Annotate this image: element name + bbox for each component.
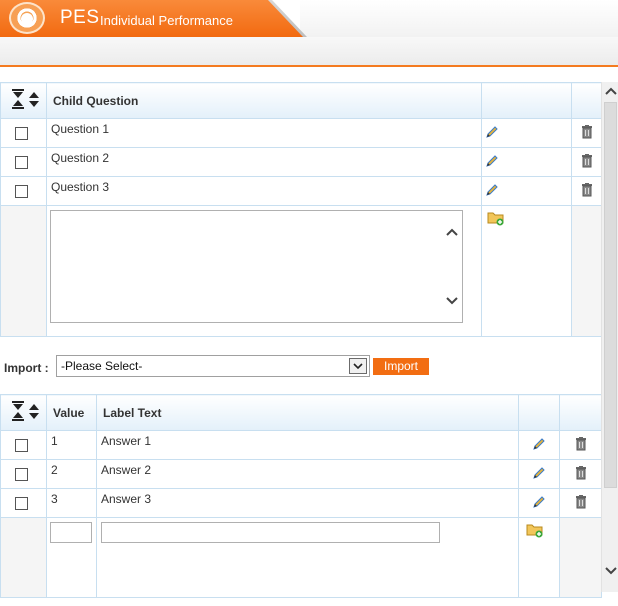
row-checkbox[interactable] [15, 127, 28, 141]
table-row: Question 1 [0, 118, 602, 148]
chevron-up-icon[interactable] [446, 225, 458, 239]
import-button[interactable]: Import [373, 358, 429, 375]
pencil-icon[interactable] [532, 437, 546, 454]
table-row: 2 Answer 2 [0, 459, 602, 489]
pencil-icon[interactable] [485, 125, 499, 142]
trash-icon[interactable] [581, 124, 593, 142]
answer-label: Answer 1 [96, 430, 519, 460]
chevron-down-icon[interactable] [602, 562, 618, 579]
question-text: Question 2 [46, 147, 482, 177]
column-label-text: Label Text [96, 394, 519, 431]
new-label-input[interactable] [101, 522, 440, 543]
expand-collapse-icon[interactable] [9, 87, 45, 111]
chevron-up-icon[interactable] [602, 82, 618, 99]
trash-icon[interactable] [581, 153, 593, 171]
table-row: Question 2 [0, 147, 602, 177]
trash-icon[interactable] [575, 494, 587, 512]
expand-collapse-icon[interactable] [9, 399, 45, 423]
vertical-scrollbar[interactable] [601, 82, 618, 592]
import-select-value: -Please Select- [61, 359, 143, 373]
answer-table: Value Label Text 1 Answer 1 2 Answer 2 3… [0, 394, 602, 598]
table-row: Question 3 [0, 176, 602, 206]
trash-icon[interactable] [575, 436, 587, 454]
trash-icon[interactable] [575, 465, 587, 483]
scrollbar-thumb[interactable] [604, 102, 617, 488]
row-checkbox[interactable] [15, 497, 28, 511]
app-title: PES [60, 7, 100, 28]
question-text: Question 3 [46, 176, 482, 206]
answer-label: Answer 3 [96, 488, 519, 518]
folder-add-icon[interactable] [487, 210, 505, 229]
new-value-input[interactable] [50, 522, 92, 543]
import-select[interactable]: -Please Select- [56, 355, 370, 377]
answer-label: Answer 2 [96, 459, 519, 489]
table-row: 3 Answer 3 [0, 488, 602, 518]
row-checkbox[interactable] [15, 185, 28, 199]
column-value: Value [46, 394, 97, 431]
app-header: PES Individual Performance [0, 0, 618, 37]
pencil-icon[interactable] [485, 154, 499, 171]
column-child-question: Child Question [46, 82, 482, 119]
pencil-icon[interactable] [532, 495, 546, 512]
chevron-down-icon[interactable] [349, 358, 367, 374]
folder-add-icon[interactable] [526, 522, 544, 541]
chevron-down-icon[interactable] [446, 294, 458, 308]
logo [9, 2, 45, 34]
trash-icon[interactable] [581, 182, 593, 200]
answer-value: 2 [46, 459, 97, 489]
app-subtitle: Individual Performance [100, 13, 233, 28]
question-text: Question 1 [46, 118, 482, 148]
new-question-textarea[interactable] [50, 210, 463, 323]
pencil-icon[interactable] [532, 466, 546, 483]
row-checkbox[interactable] [15, 439, 28, 453]
import-bar: Import : -Please Select- Import [0, 339, 601, 394]
import-label: Import : [4, 361, 49, 375]
row-checkbox[interactable] [15, 468, 28, 482]
answer-value: 3 [46, 488, 97, 518]
table-row: 1 Answer 1 [0, 430, 602, 460]
pencil-icon[interactable] [485, 183, 499, 200]
answer-value: 1 [46, 430, 97, 460]
sub-toolbar [0, 37, 618, 67]
row-checkbox[interactable] [15, 156, 28, 170]
